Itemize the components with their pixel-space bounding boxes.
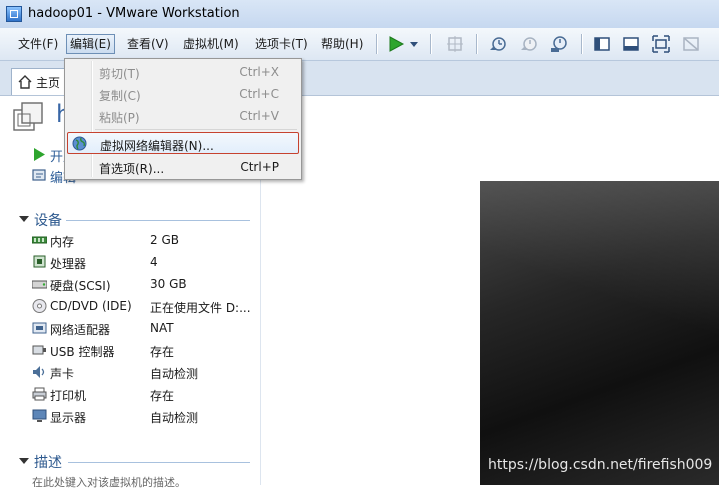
- show-library-icon[interactable]: [593, 35, 611, 53]
- home-icon: [18, 75, 32, 89]
- menu-item-label: 剪切(T): [99, 67, 140, 81]
- device-row-network-adapter[interactable]: 网络适配器 NAT: [32, 318, 260, 338]
- device-value: 自动检测: [150, 411, 199, 425]
- unity-mode-icon[interactable]: [682, 35, 700, 53]
- sound-icon: [33, 366, 45, 378]
- device-name: 显示器: [50, 411, 87, 425]
- send-ctrl-alt-del-icon[interactable]: [446, 35, 464, 53]
- menu-vm[interactable]: 虚拟机(M): [180, 35, 242, 53]
- device-name: 声卡: [50, 367, 75, 381]
- tab-home[interactable]: 主页: [11, 68, 71, 95]
- device-row-memory[interactable]: 内存 2 GB: [32, 230, 260, 250]
- device-name: 内存: [50, 235, 75, 249]
- vm-console-screen[interactable]: [480, 181, 719, 485]
- menu-view[interactable]: 查看(V): [124, 35, 172, 53]
- device-name: 网络适配器: [50, 323, 111, 337]
- section-divider: [68, 462, 250, 463]
- globe-network-icon: [72, 136, 87, 151]
- menu-item-cut[interactable]: 剪切(T) Ctrl+X: [67, 61, 299, 83]
- device-name: 打印机: [50, 389, 87, 403]
- device-row-processor[interactable]: 处理器 4: [32, 252, 260, 272]
- device-value: 自动检测: [150, 367, 199, 381]
- description-input-placeholder[interactable]: 在此处键入对该虚拟机的描述。: [32, 474, 186, 490]
- menu-help[interactable]: 帮助(H): [318, 35, 366, 53]
- memory-icon: [32, 236, 47, 244]
- menu-item-shortcut: Ctrl+C: [239, 87, 279, 101]
- collapse-devices-icon[interactable]: [19, 216, 29, 222]
- device-name: USB 控制器: [50, 345, 115, 359]
- menu-edit[interactable]: 编辑(E): [66, 34, 115, 54]
- title-bar: hadoop01 - VMware Workstation: [0, 0, 719, 29]
- menu-bar: 文件(F) 编辑(E) 查看(V) 虚拟机(M) 选项卡(T) 帮助(H): [0, 28, 719, 61]
- menu-item-label: 虚拟网络编辑器(N)...: [100, 139, 214, 153]
- edit-settings-icon: [32, 169, 46, 181]
- menu-tabs[interactable]: 选项卡(T): [252, 35, 311, 53]
- full-screen-icon[interactable]: [652, 35, 670, 53]
- device-row-display[interactable]: 显示器 自动检测: [32, 406, 260, 426]
- power-on-play-icon[interactable]: [387, 35, 405, 53]
- menu-item-copy[interactable]: 复制(C) Ctrl+C: [67, 83, 299, 105]
- edit-menu-dropdown: 剪切(T) Ctrl+X 复制(C) Ctrl+C 粘贴(P) Ctrl+V 虚…: [64, 58, 302, 180]
- device-value: 存在: [150, 389, 175, 403]
- devices-section-heading: 设备: [34, 213, 62, 229]
- menu-file[interactable]: 文件(F): [15, 35, 61, 53]
- processor-icon: [33, 255, 46, 268]
- device-value: 4: [150, 255, 158, 269]
- toolbar-separator: [476, 34, 478, 54]
- power-on-icon: [34, 148, 45, 161]
- menu-item-label: 复制(C): [99, 89, 141, 103]
- usb-icon: [32, 345, 46, 355]
- toolbar-separator: [430, 34, 432, 54]
- collapse-description-icon[interactable]: [19, 458, 29, 464]
- snapshot-take-icon[interactable]: [489, 35, 507, 53]
- vm-console-area: [261, 96, 719, 485]
- window-title: hadoop01 - VMware Workstation: [28, 6, 240, 21]
- tab-home-label: 主页: [36, 76, 61, 90]
- hard-disk-icon: [32, 280, 47, 289]
- snapshot-manager-icon[interactable]: [550, 35, 568, 53]
- device-row-cd-dvd[interactable]: CD/DVD (IDE) 正在使用文件 D:...: [32, 296, 260, 316]
- network-adapter-icon: [32, 322, 47, 334]
- play-dropdown-arrow-icon[interactable]: [408, 35, 420, 53]
- section-divider: [66, 220, 250, 221]
- menu-item-shortcut: Ctrl+V: [239, 109, 279, 123]
- cd-dvd-icon: [32, 299, 47, 313]
- virtual-machine-icon: [13, 102, 43, 131]
- device-value: 存在: [150, 345, 175, 359]
- display-icon: [32, 409, 47, 422]
- device-name: 处理器: [50, 257, 87, 271]
- snapshot-revert-icon[interactable]: [520, 35, 538, 53]
- device-row-sound-card[interactable]: 声卡 自动检测: [32, 362, 260, 382]
- vmware-app-icon: [6, 6, 22, 22]
- device-row-printer[interactable]: 打印机 存在: [32, 384, 260, 404]
- menu-separator: [95, 129, 297, 130]
- device-row-hard-disk[interactable]: 硬盘(SCSI) 30 GB: [32, 274, 260, 294]
- description-section-heading: 描述: [34, 455, 62, 471]
- printer-icon: [32, 387, 47, 401]
- thumbnail-bar-icon[interactable]: [622, 35, 640, 53]
- device-name: CD/DVD (IDE): [50, 299, 132, 313]
- watermark-text: https://blog.csdn.net/firefish009: [488, 457, 713, 473]
- menu-item-shortcut: Ctrl+X: [239, 65, 279, 79]
- menu-item-paste[interactable]: 粘贴(P) Ctrl+V: [67, 105, 299, 127]
- device-row-usb-controller[interactable]: USB 控制器 存在: [32, 340, 260, 360]
- toolbar-separator: [376, 34, 378, 54]
- menu-item-label: 首选项(R)...: [99, 162, 165, 176]
- menu-item-shortcut: Ctrl+P: [240, 160, 279, 174]
- device-value: 30 GB: [150, 277, 187, 291]
- menu-item-label: 粘贴(P): [99, 111, 140, 125]
- device-name: 硬盘(SCSI): [50, 279, 111, 293]
- device-value: 2 GB: [150, 233, 179, 247]
- menu-item-preferences[interactable]: 首选项(R)... Ctrl+P: [67, 156, 299, 178]
- device-value: NAT: [150, 321, 174, 335]
- device-value: 正在使用文件 D:...: [150, 301, 251, 315]
- toolbar-separator: [581, 34, 583, 54]
- menu-item-virtual-network-editor[interactable]: 虚拟网络编辑器(N)...: [67, 132, 299, 154]
